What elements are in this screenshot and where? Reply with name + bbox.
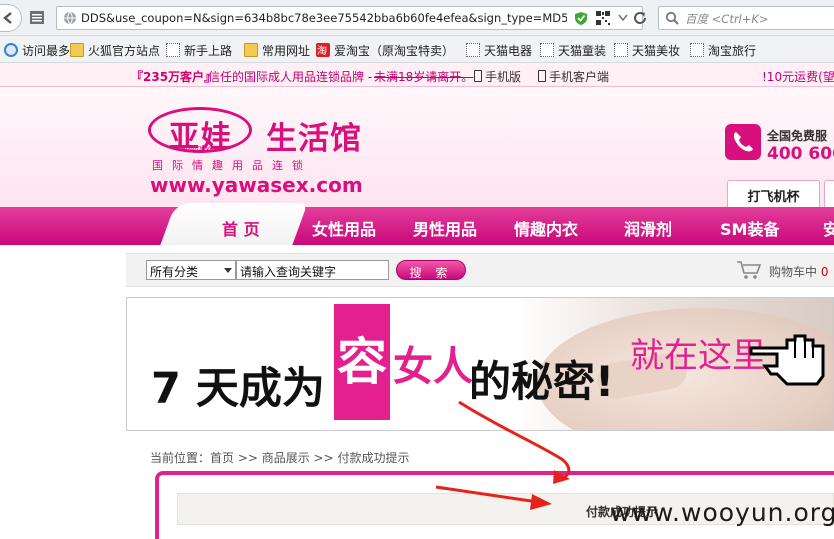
watermark: www.wooyun.org <box>610 498 834 527</box>
annotation-arrowhead-2 <box>530 494 552 510</box>
annotation-arrows <box>435 400 571 510</box>
annotation-arrow-2 <box>435 485 539 504</box>
browser-window: DDS&use_coupon=N&sign=634b8bc78e3ee75542… <box>0 0 834 539</box>
annotation-arrow-1 <box>458 400 571 480</box>
